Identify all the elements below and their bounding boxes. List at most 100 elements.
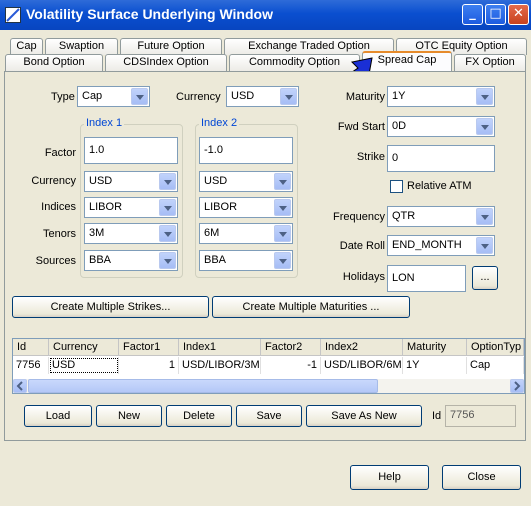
table-cell: Cap (467, 357, 524, 374)
currency1-select[interactable]: USD (84, 171, 178, 192)
sources2-value: BBA (204, 254, 227, 266)
column-header[interactable]: Index1 (179, 339, 261, 356)
close-window-button[interactable]: ✕ (508, 4, 529, 25)
close-button[interactable]: Close (442, 465, 521, 490)
tab-future-option[interactable]: Future Option (120, 38, 222, 55)
chevron-down-icon (159, 173, 176, 190)
chevron-down-icon (280, 88, 297, 105)
date-roll-select[interactable]: END_MONTH (387, 235, 495, 256)
horizontal-scrollbar[interactable] (13, 379, 524, 393)
column-header[interactable]: Id (13, 339, 49, 356)
chevron-down-icon (274, 252, 291, 269)
tab-fx-option[interactable]: FX Option (454, 54, 526, 71)
indices1-value: LIBOR (89, 201, 123, 213)
app-icon (5, 7, 21, 23)
tab-swaption[interactable]: Swaption (45, 38, 118, 55)
fwd-start-select[interactable]: 0D (387, 116, 495, 137)
currency-select[interactable]: USD (226, 86, 299, 107)
chevron-down-icon (159, 225, 176, 242)
fwd-start-value: 0D (392, 120, 407, 132)
column-header[interactable]: Maturity (403, 339, 467, 356)
window-title: Volatility Surface Underlying Window (26, 6, 273, 22)
chevron-right-icon[interactable] (510, 379, 524, 393)
table-cell: 1 (119, 357, 179, 374)
create-multiple-strikes-button[interactable]: Create Multiple Strikes... (12, 296, 209, 318)
id-label: Id (432, 410, 442, 422)
create-multiple-maturities-button[interactable]: Create Multiple Maturities ... (212, 296, 410, 318)
index-currency-label: Currency (31, 175, 76, 187)
type-label: Type (51, 91, 75, 103)
sources-label: Sources (35, 255, 76, 267)
sources1-select[interactable]: BBA (84, 250, 178, 271)
save-button[interactable]: Save (236, 405, 302, 427)
sources2-select[interactable]: BBA (199, 250, 293, 271)
tenors2-select[interactable]: 6M (199, 223, 293, 244)
tab-cdsindex-option[interactable]: CDSIndex Option (105, 54, 227, 71)
table-cell: USD/LIBOR/6M (321, 357, 403, 374)
chevron-down-icon (131, 88, 148, 105)
scrollbar-thumb[interactable] (28, 379, 378, 393)
chevron-left-icon[interactable] (13, 379, 27, 393)
currency2-value: USD (204, 175, 228, 187)
type-select[interactable]: Cap (77, 86, 150, 107)
tenors-label: Tenors (42, 228, 76, 240)
type-value: Cap (82, 90, 103, 102)
help-button[interactable]: Help (350, 465, 429, 490)
maximize-button[interactable]: □ (485, 4, 506, 25)
title-bar[interactable]: Volatility Surface Underlying Window _ □… (0, 0, 531, 30)
relative-atm-checkbox[interactable] (390, 180, 403, 193)
date-roll-label: Date Roll (339, 240, 385, 252)
frequency-label: Frequency (333, 211, 385, 223)
strike-input[interactable]: 0 (387, 145, 495, 172)
holidays-input[interactable]: LON (387, 265, 466, 292)
factor1-value: 1.0 (89, 144, 105, 156)
tab-bond-option[interactable]: Bond Option (5, 54, 103, 71)
currency2-select[interactable]: USD (199, 171, 293, 192)
maturity-label: Maturity (345, 91, 385, 103)
sources1-value: BBA (89, 254, 112, 266)
chevron-down-icon (274, 225, 291, 242)
column-header[interactable]: Currency (49, 339, 119, 356)
factor2-value: -1.0 (204, 144, 223, 156)
new-button[interactable]: New (96, 405, 162, 427)
id-field: 7756 (445, 405, 516, 427)
frequency-value: QTR (392, 210, 416, 222)
table-cell: USD/LIBOR/3M (179, 357, 261, 374)
load-button[interactable]: Load (24, 405, 92, 427)
fwd-start-label: Fwd Start (337, 121, 385, 133)
chevron-down-icon (476, 88, 493, 105)
strike-label: Strike (356, 151, 385, 163)
factor-label: Factor (44, 147, 76, 159)
index2-title: Index 2 (199, 117, 240, 129)
minimize-button[interactable]: _ (462, 4, 483, 25)
indices2-select[interactable]: LIBOR (199, 197, 293, 218)
factor2-input[interactable]: -1.0 (199, 137, 293, 164)
column-header[interactable]: OptionTyp (467, 339, 524, 356)
frequency-select[interactable]: QTR (387, 206, 495, 227)
save-as-new-button[interactable]: Save As New (306, 405, 422, 427)
column-header[interactable]: Factor1 (119, 339, 179, 356)
maturity-select[interactable]: 1Y (387, 86, 495, 107)
chevron-down-icon (476, 118, 493, 135)
table-cell: -1 (261, 357, 321, 374)
chevron-down-icon (476, 208, 493, 225)
tenors1-value: 3M (89, 227, 105, 239)
chevron-down-icon (159, 252, 176, 269)
column-header[interactable]: Index2 (321, 339, 403, 356)
tab-cap[interactable]: Cap (10, 38, 43, 55)
tenors1-select[interactable]: 3M (84, 223, 178, 244)
date-roll-value: END_MONTH (392, 239, 462, 251)
indices1-select[interactable]: LIBOR (84, 197, 178, 218)
factor1-input[interactable]: 1.0 (84, 137, 178, 164)
tab-spread-cap[interactable]: Spread Cap (362, 51, 452, 71)
chevron-down-icon (274, 199, 291, 216)
holidays-value: LON (392, 272, 415, 284)
window: Volatility Surface Underlying Window _ □… (0, 0, 531, 506)
chevron-down-icon (159, 199, 176, 216)
column-header[interactable]: Factor2 (261, 339, 321, 356)
currency-value: USD (231, 90, 255, 102)
currency-label: Currency (176, 91, 221, 103)
holidays-browse-button[interactable]: ... (472, 266, 498, 290)
delete-button[interactable]: Delete (166, 405, 232, 427)
strike-value: 0 (392, 152, 399, 164)
